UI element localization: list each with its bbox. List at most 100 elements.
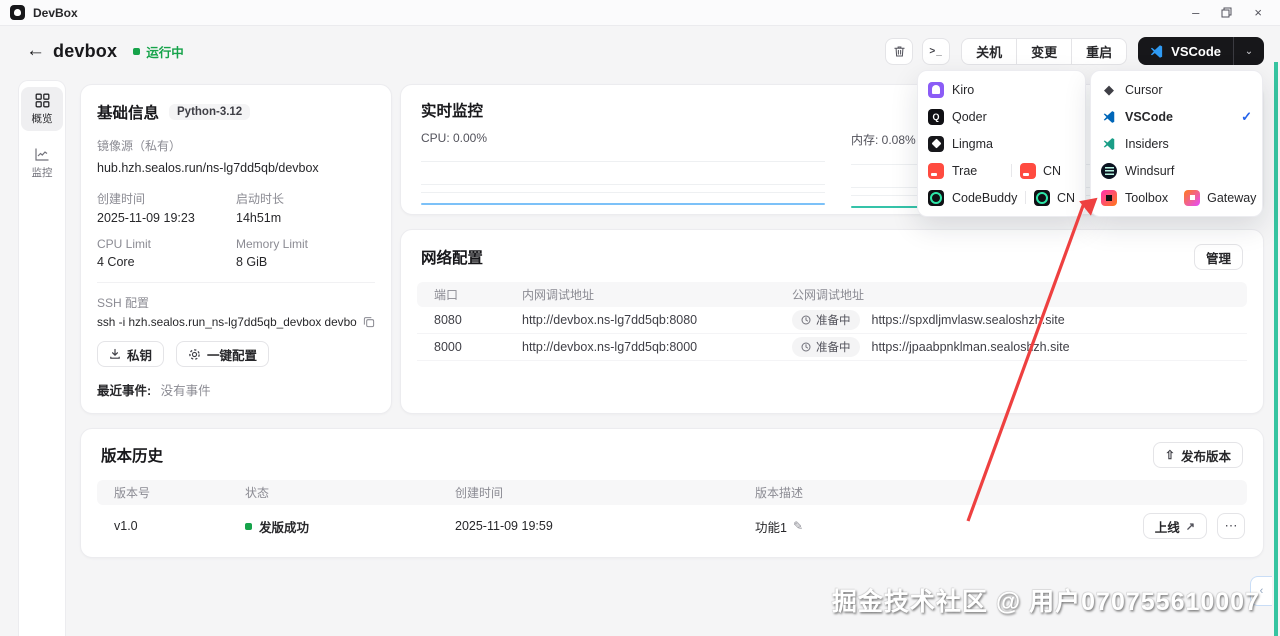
header-actions: >_ 关机 变更 重启 VSCode ⌄ bbox=[885, 37, 1264, 65]
power-actions: 关机 变更 重启 bbox=[961, 37, 1128, 65]
network-row: 8000 http://devbox.ns-lg7dd5qb:8000 准备中 … bbox=[417, 334, 1247, 361]
upload-icon: ⇧ bbox=[1164, 448, 1175, 462]
col-port: 端口 bbox=[434, 288, 459, 302]
recent-events-label: 最近事件: bbox=[97, 384, 152, 398]
kiro-icon bbox=[928, 81, 944, 98]
gear-icon bbox=[189, 348, 200, 360]
back-arrow-icon[interactable]: ← bbox=[26, 40, 45, 62]
version-row: v1.0 发版成功 2025-11-09 19:59 功能1 ✎ 上线 ↗ ⋯ bbox=[97, 509, 1247, 543]
menu-item-gateway[interactable]: Gateway bbox=[1184, 189, 1256, 206]
release-version-label: 发布版本 bbox=[1180, 449, 1231, 464]
menu-item-codebuddy-cn[interactable]: CN bbox=[1033, 189, 1075, 206]
collapse-panel-toggle[interactable]: ‹ bbox=[1250, 576, 1272, 606]
internal-url[interactable]: http://devbox.ns-lg7dd5qb:8080 bbox=[522, 313, 792, 327]
cpu-limit-label: CPU Limit bbox=[97, 237, 152, 251]
menu-item-trae[interactable]: Trae CN bbox=[918, 157, 1085, 184]
open-ide-split-button: VSCode ⌄ bbox=[1138, 37, 1264, 65]
private-key-label: 私钥 bbox=[127, 348, 153, 363]
menu-item-trae-cn[interactable]: CN bbox=[1020, 162, 1075, 179]
basic-info-card: 基础信息 Python-3.12 镜像源（私有） hub.hzh.sealos.… bbox=[80, 84, 392, 414]
network-card: 网络配置 管理 端口 内网调试地址 公网调试地址 8080 http://dev… bbox=[400, 229, 1264, 414]
trae-icon bbox=[928, 162, 944, 179]
more-actions-button[interactable]: ⋯ bbox=[1217, 513, 1245, 539]
private-key-button[interactable]: 私钥 bbox=[97, 341, 165, 367]
insiders-icon bbox=[1101, 136, 1117, 152]
watermark-text: 掘金技术社区 @ 用户070755610007 bbox=[831, 588, 1260, 616]
version-created-value: 2025-11-09 19:59 bbox=[455, 519, 553, 533]
terminal-button[interactable]: >_ bbox=[922, 37, 951, 65]
collapse-chevron-icon: ‹ bbox=[1259, 585, 1264, 597]
one-click-config-label: 一键配置 bbox=[207, 348, 258, 363]
menu-item-label: Kiro bbox=[952, 82, 975, 97]
close-button[interactable]: × bbox=[1254, 6, 1262, 19]
restart-button[interactable]: 重启 bbox=[1071, 37, 1128, 65]
cpu-chart-line bbox=[421, 203, 825, 205]
release-version-button[interactable]: ⇧ 发布版本 bbox=[1152, 442, 1243, 468]
delete-button[interactable] bbox=[885, 37, 914, 65]
devbox-app-icon bbox=[10, 5, 25, 20]
ssh-command: ssh -i hzh.sealos.run_ns-lg7dd5qb_devbox… bbox=[97, 315, 357, 329]
codebuddy-cn-icon bbox=[1033, 189, 1050, 206]
manage-network-button[interactable]: 管理 bbox=[1193, 244, 1243, 270]
port-status-badge: 准备中 bbox=[792, 310, 860, 330]
menu-item-label: CN bbox=[1043, 163, 1062, 178]
uptime-value: 14h51m bbox=[236, 211, 282, 225]
uptime-label: 启动时长 bbox=[236, 192, 285, 206]
page-header: ← devbox 运行中 >_ 关机 变更 重启 VSCode ⌄ bbox=[0, 26, 1280, 76]
menu-item-windsurf[interactable]: Windsurf bbox=[1091, 157, 1262, 184]
version-description: 功能1 bbox=[755, 520, 787, 535]
col-created: 创建时间 bbox=[455, 486, 504, 500]
menu-item-lingma[interactable]: Lingma bbox=[918, 130, 1085, 157]
status-text: 运行中 bbox=[146, 45, 184, 60]
qoder-icon: Q bbox=[928, 108, 944, 125]
edit-description-icon[interactable]: ✎ bbox=[793, 519, 803, 533]
menu-item-qoder[interactable]: Q Qoder bbox=[918, 103, 1085, 130]
menu-item-cursor[interactable]: ◆ Cursor bbox=[1091, 76, 1262, 103]
minimize-button[interactable]: – bbox=[1192, 6, 1199, 19]
lingma-icon bbox=[928, 135, 944, 152]
memory-limit-label: Memory Limit bbox=[236, 237, 309, 251]
status-dot bbox=[133, 47, 141, 55]
titlebar: DevBox – × bbox=[0, 0, 1280, 26]
ellipsis-icon: ⋯ bbox=[1224, 518, 1238, 533]
clock-icon bbox=[801, 342, 811, 352]
status-badge: 运行中 bbox=[133, 42, 184, 61]
open-vscode-button[interactable]: VSCode bbox=[1138, 37, 1233, 65]
release-status-text: 发版成功 bbox=[259, 520, 310, 535]
menu-item-label: Insiders bbox=[1125, 136, 1169, 151]
check-icon: ✓ bbox=[1241, 108, 1252, 124]
menu-item-kiro[interactable]: Kiro bbox=[918, 76, 1085, 103]
copy-icon[interactable] bbox=[363, 316, 375, 328]
public-url[interactable]: https://jpaabpnklman.sealoshzh.site bbox=[872, 340, 1070, 354]
network-table-header: 端口 内网调试地址 公网调试地址 bbox=[417, 282, 1247, 307]
sidebar-item-label: 监控 bbox=[31, 166, 53, 179]
change-button[interactable]: 变更 bbox=[1016, 37, 1073, 65]
port-value: 8000 bbox=[434, 340, 462, 354]
col-version: 版本号 bbox=[114, 486, 151, 500]
public-url[interactable]: https://spxdljmvlasw.sealoshzh.site bbox=[872, 313, 1065, 327]
runtime-badge: Python-3.12 bbox=[169, 104, 251, 120]
one-click-config-button[interactable]: 一键配置 bbox=[176, 341, 270, 367]
menu-item-toolbox[interactable]: Toolbox Gateway bbox=[1091, 184, 1262, 211]
internal-url[interactable]: http://devbox.ns-lg7dd5qb:8000 bbox=[522, 340, 792, 354]
overview-grid-icon bbox=[35, 93, 49, 107]
vscode-icon bbox=[1101, 109, 1117, 125]
menu-item-codebuddy[interactable]: CodeBuddy CN bbox=[918, 184, 1085, 211]
port-status-text: 准备中 bbox=[816, 315, 851, 327]
port-value: 8080 bbox=[434, 313, 462, 327]
ide-dropdown-toggle[interactable]: ⌄ bbox=[1234, 37, 1264, 65]
sidebar-item-overview[interactable]: 概览 bbox=[21, 87, 63, 131]
trash-icon bbox=[893, 46, 905, 56]
menu-item-label: Lingma bbox=[952, 136, 993, 151]
shutdown-button[interactable]: 关机 bbox=[961, 37, 1018, 65]
devbox-window: DevBox – × ← devbox 运行中 >_ 关机 变更 重启 VSCo… bbox=[0, 0, 1280, 636]
menu-item-insiders[interactable]: Insiders bbox=[1091, 130, 1262, 157]
restore-button[interactable] bbox=[1221, 7, 1232, 18]
go-online-button[interactable]: 上线 ↗ bbox=[1142, 513, 1207, 539]
recent-events-value: 没有事件 bbox=[160, 384, 211, 398]
external-link-icon: ↗ bbox=[1185, 520, 1195, 533]
menu-item-vscode[interactable]: VSCode ✓ bbox=[1091, 103, 1262, 130]
menu-item-label: CodeBuddy bbox=[952, 190, 1018, 205]
sidebar-item-monitoring[interactable]: 监控 bbox=[21, 141, 63, 185]
recent-events: 最近事件: 没有事件 bbox=[97, 380, 211, 399]
